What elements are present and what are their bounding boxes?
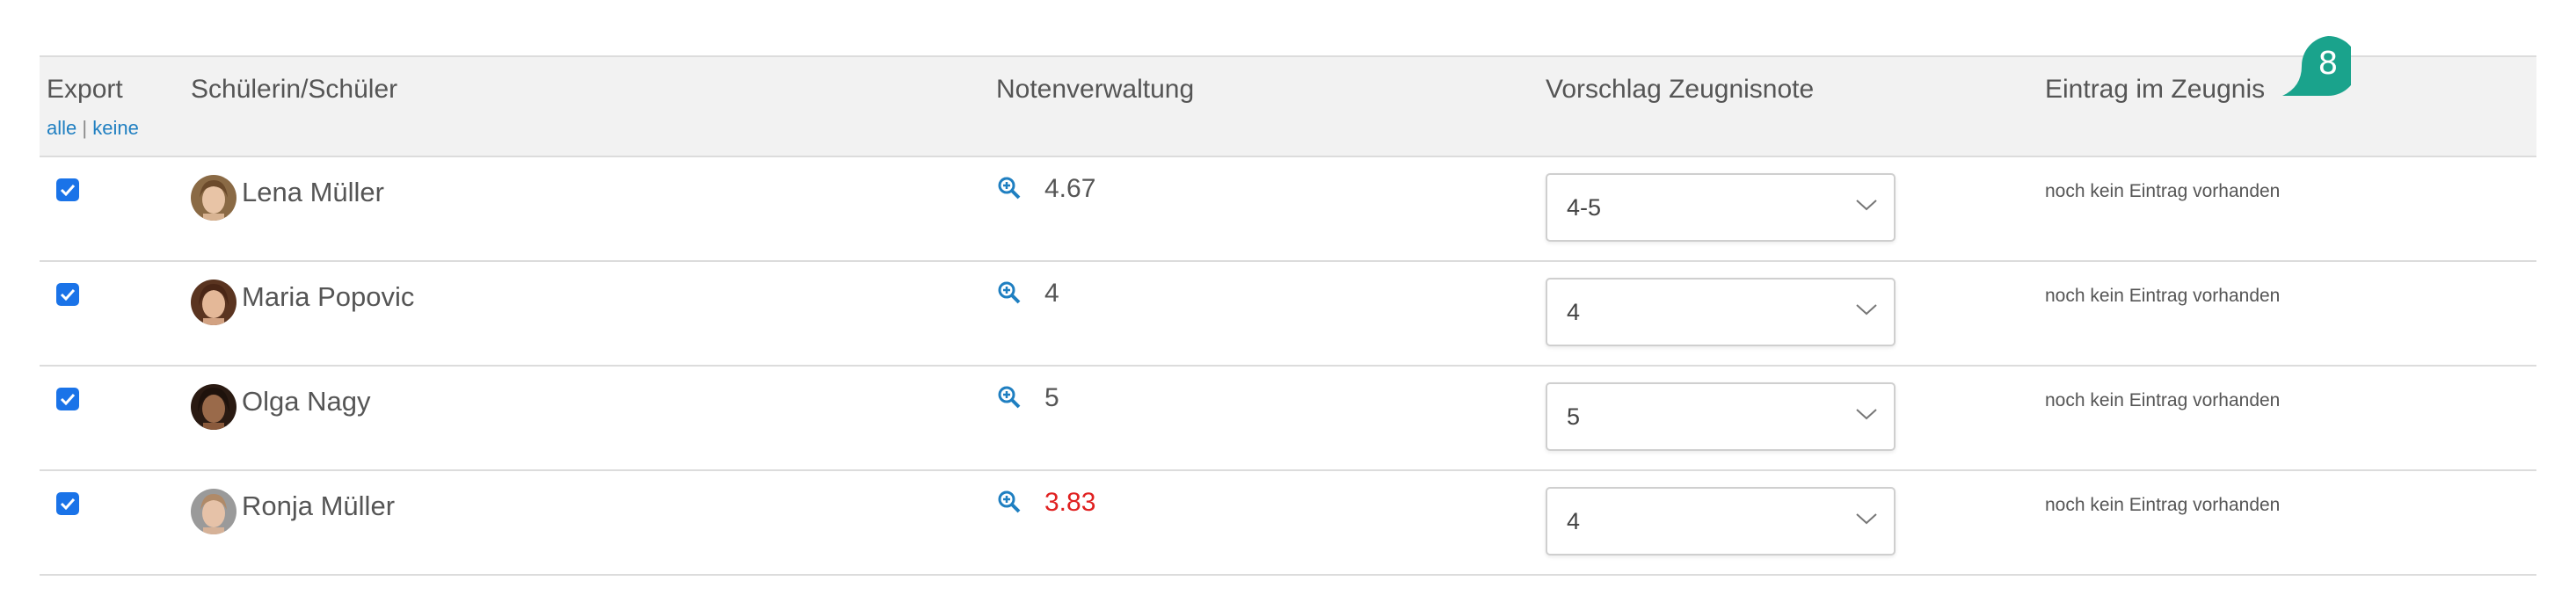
zoom-in-icon[interactable] xyxy=(996,489,1022,515)
export-column-header: Export xyxy=(47,75,123,104)
average-grade: 4 xyxy=(1044,279,1059,308)
grade-proposal-select[interactable]: 5 xyxy=(1546,382,1896,451)
grades-column-header: Notenverwaltung xyxy=(996,75,1195,104)
avatar xyxy=(191,280,236,325)
select-none-link[interactable]: keine xyxy=(92,117,139,139)
average-grade: 3.83 xyxy=(1044,488,1096,517)
export-checkbox[interactable] xyxy=(56,388,79,410)
checkmark-icon xyxy=(60,288,76,301)
table-row: Ronja Müller 3.83 4 noch kein Eintrag vo… xyxy=(40,471,2536,576)
chevron-down-icon xyxy=(1856,304,1877,316)
student-name: Maria Popovic xyxy=(242,281,415,312)
zoom-in-icon[interactable] xyxy=(996,280,1022,306)
export-checkbox[interactable] xyxy=(56,283,79,306)
select-all-link[interactable]: alle xyxy=(47,117,76,139)
table-row: Lena Müller 4.67 4-5 noch kein Eintrag v… xyxy=(40,157,2536,262)
table-row: Olga Nagy 5 5 noch kein Eintrag vorhande… xyxy=(40,367,2536,471)
chevron-down-icon xyxy=(1856,200,1877,211)
report-entry-text: noch kein Eintrag vorhanden xyxy=(2045,495,2281,515)
average-grade: 5 xyxy=(1044,383,1059,412)
student-name: Lena Müller xyxy=(242,177,384,207)
avatar xyxy=(191,175,236,221)
grade-proposal-select[interactable]: 4 xyxy=(1546,278,1896,346)
student-name: Olga Nagy xyxy=(242,386,371,417)
avatar xyxy=(191,384,236,430)
select-value: 4-5 xyxy=(1567,194,1602,221)
grade-proposal-select[interactable]: 4 xyxy=(1546,487,1896,556)
table-header: Export alle | keine Schülerin/Schüler No… xyxy=(40,57,2536,157)
select-value: 5 xyxy=(1567,403,1581,430)
table-row: Maria Popovic 4 4 noch kein Eintrag vorh… xyxy=(40,262,2536,367)
step-badge: 8 xyxy=(2275,34,2358,98)
select-links: alle | keine xyxy=(47,117,139,140)
grade-proposal-select[interactable]: 4-5 xyxy=(1546,173,1896,242)
proposal-column-header: Vorschlag Zeugnisnote xyxy=(1546,75,1815,104)
student-name: Ronja Müller xyxy=(242,490,396,521)
checkmark-icon xyxy=(60,497,76,510)
report-entry-text: noch kein Eintrag vorhanden xyxy=(2045,286,2281,306)
grades-table: Export alle | keine Schülerin/Schüler No… xyxy=(40,55,2536,576)
chevron-down-icon xyxy=(1856,513,1877,525)
step-badge-number: 8 xyxy=(2318,46,2339,82)
entry-column-header: Eintrag im Zeugnis xyxy=(2045,75,2266,104)
zoom-in-icon[interactable] xyxy=(996,175,1022,201)
chevron-down-icon xyxy=(1856,409,1877,420)
checkmark-icon xyxy=(60,184,76,196)
report-entry-text: noch kein Eintrag vorhanden xyxy=(2045,390,2281,410)
export-checkbox[interactable] xyxy=(56,492,79,515)
link-separator: | xyxy=(82,117,88,139)
select-value: 4 xyxy=(1567,508,1581,534)
avatar xyxy=(191,489,236,534)
export-checkbox[interactable] xyxy=(56,178,79,201)
zoom-in-icon[interactable] xyxy=(996,384,1022,410)
report-entry-text: noch kein Eintrag vorhanden xyxy=(2045,181,2281,201)
student-column-header: Schülerin/Schüler xyxy=(191,75,398,104)
checkmark-icon xyxy=(60,393,76,405)
select-value: 4 xyxy=(1567,299,1581,325)
average-grade: 4.67 xyxy=(1044,174,1096,203)
